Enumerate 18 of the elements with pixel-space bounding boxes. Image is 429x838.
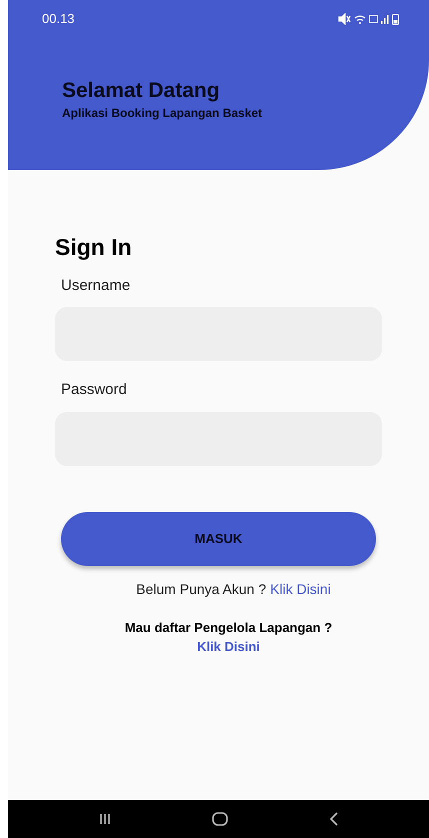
field-label: Password bbox=[61, 380, 128, 400]
login-button[interactable]: MASUK bbox=[61, 512, 376, 566]
register-question: Belum Punya Akun ? bbox=[136, 580, 266, 599]
manager-question: Mau daftar Pengelola Lapangan ? bbox=[124, 618, 332, 637]
register-link[interactable]: Klik Disini bbox=[270, 578, 331, 600]
wifi-icon bbox=[354, 14, 366, 24]
sign-in-title: Sign In bbox=[55, 233, 133, 262]
signal-icon bbox=[381, 14, 389, 24]
recent-apps-icon[interactable] bbox=[98, 813, 110, 825]
field-label: Username bbox=[61, 276, 132, 296]
welcome-title: Selamat Datang bbox=[62, 78, 221, 104]
home-icon[interactable] bbox=[212, 812, 228, 826]
app-subtitle: Aplikasi Booking Lapangan Basket bbox=[62, 105, 264, 122]
status-time: 00.13 bbox=[42, 10, 75, 28]
manager-link[interactable]: Klik Disini bbox=[197, 637, 260, 656]
back-icon[interactable] bbox=[328, 812, 338, 826]
battery-icon bbox=[392, 14, 399, 24]
mute-icon bbox=[338, 13, 351, 25]
